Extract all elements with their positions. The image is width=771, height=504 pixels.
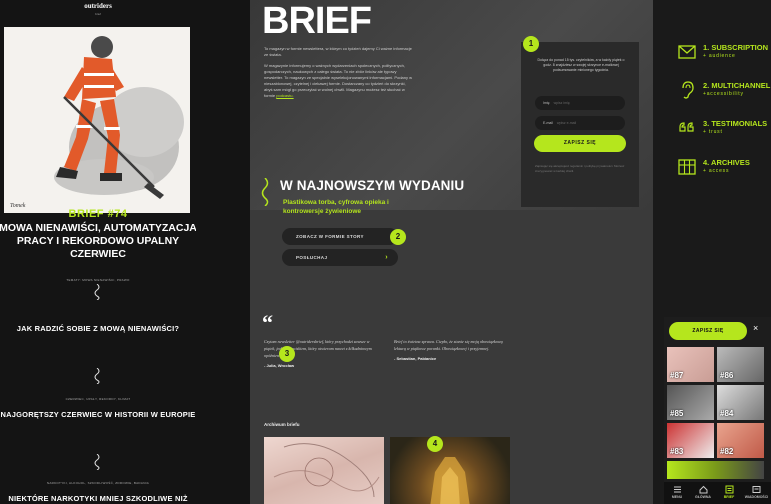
feature-subtitle: +accessibility (703, 91, 744, 97)
nav-label: MENU (671, 495, 683, 499)
name-placeholder: wpisz imię (553, 101, 570, 105)
article-tags: CZERWIEC, UPAŁY, REKORDY, KLIMAT (65, 397, 131, 401)
signup-description: Dołącz do ponad 15 tys. czytelników, a w… (537, 58, 625, 72)
email-field[interactable]: E-mail wpisz e-mail (535, 116, 625, 130)
mobile-subscribe-button[interactable]: ZAPISZ SIĘ (669, 322, 747, 340)
latest-issue-heading: W NAJNOWSZYM WYDANIU (280, 178, 465, 193)
archive-heading: Archiwum briefu (264, 422, 300, 427)
article-title[interactable]: JAK RADZIĆ SOBIE Z MOWĄ NIENAWIŚCI? (0, 324, 196, 333)
brand-subtitle: brief (95, 12, 101, 16)
article-tags: NARKOTYKI, ALKOHOL, SZKODLIWOŚĆ, ZDROWIE… (46, 481, 150, 485)
home-icon (699, 485, 707, 494)
issue-tile-row-partial (667, 461, 764, 479)
intro-paragraph: To magazyn w formie newslettera, w który… (264, 46, 412, 57)
squiggle-divider-icon (94, 284, 100, 300)
nav-label: BRIEF (723, 495, 735, 499)
archive-card[interactable] (264, 437, 384, 504)
callout-badge: 4 (427, 436, 443, 452)
nav-label: WIADOMOŚCI (744, 495, 769, 499)
issue-tile-number: #87 (670, 371, 684, 380)
menu-icon (673, 486, 681, 493)
story-button[interactable]: ZOBACZ W FORMIE STORY (282, 228, 398, 245)
issue-tile[interactable]: #82 (717, 423, 764, 458)
article-title[interactable]: NIEKTÓRE NARKOTYKI MNIEJ SZKODLIWE NIŻ A… (0, 494, 196, 504)
issue-tile[interactable]: #86 (717, 347, 764, 382)
story-button-label: ZOBACZ W FORMIE STORY (296, 234, 364, 239)
nav-label: GŁÓWNA (695, 495, 711, 499)
feature-title: 1. SUBSCRIPTION (703, 43, 769, 52)
callout-badge: 3 (279, 346, 295, 362)
intro-paragraph: W magazynie informujemy o ważnych wydarz… (264, 63, 414, 99)
envelope-icon (678, 45, 696, 59)
mobile-preview: ZAPISZ SIĘ × #87 #86 #85 #84 #83 #82 MEN… (664, 317, 771, 504)
podcast-link[interactable]: podcastu. (276, 93, 293, 98)
issue-number: BRIEF #74 (68, 208, 128, 220)
callout-badge: 2 (390, 229, 406, 245)
subscribe-button[interactable]: ZAPISZ SIĘ (534, 135, 626, 152)
issue-meta: 7 linii (94, 252, 102, 256)
intro-text: To magazyn w formie newslettera, w który… (264, 46, 414, 104)
quote-mark-icon: “ (262, 310, 273, 335)
testimonial-text: Brief to świetna sprawa. Ciepło, że stan… (394, 339, 503, 351)
squiggle-divider-icon (94, 454, 100, 470)
signup-form: Dołącz do ponad 15 tys. czytelników, a w… (521, 42, 639, 207)
nav-home[interactable]: GŁÓWNA (690, 482, 716, 504)
mobile-bottom-nav: MENU GŁÓWNA BRIEF WIADOMOŚCI (664, 482, 771, 504)
feature-subtitle: + access (703, 168, 730, 174)
nav-menu[interactable]: MENU (664, 482, 690, 504)
name-field[interactable]: Imię wpisz imię (535, 96, 625, 110)
latest-issue-subtitle: Plastikowa torba, cyfrowa opieka i kontr… (283, 199, 389, 215)
article-title[interactable]: NAJGORĘTSZY CZERWIEC W HISTORII W EUROPI… (0, 410, 196, 419)
name-label: Imię (543, 101, 550, 105)
issue-tile[interactable]: #84 (717, 385, 764, 420)
archive-card[interactable] (390, 437, 510, 504)
squiggle-divider-icon (94, 368, 100, 384)
testimonial-author: - Sebastian, Pabianice (394, 356, 437, 361)
article-tags: TEMATY: MOWA NIENAWIŚCI, PRAWO (66, 278, 130, 282)
page-title: BRIEF (262, 0, 372, 42)
issue-tile[interactable]: #85 (667, 385, 714, 420)
nav-news[interactable]: WIADOMOŚCI (742, 482, 771, 504)
issue-tile-number: #84 (720, 409, 734, 418)
nav-brief[interactable]: BRIEF (716, 482, 742, 504)
issue-tile[interactable]: #83 (667, 423, 714, 458)
brand-logo[interactable]: outriders (0, 2, 196, 10)
issue-tile-number: #83 (670, 447, 684, 456)
archive-icon (678, 159, 696, 175)
landing-page: BRIEF To magazyn w formie newslettera, w… (250, 0, 653, 504)
feature-title: 2. MULTICHANNEL (703, 81, 771, 90)
hero-illustration: Tomek (4, 27, 190, 213)
hockey-player-illustration (4, 27, 190, 213)
feature-title: 3. TESTIMONIALS (703, 119, 768, 128)
email-placeholder: wpisz e-mail (556, 121, 577, 125)
brief-icon (725, 485, 733, 494)
newsletter-preview: outriders brief Tomek BRIEF #74 MOWA NIE… (0, 0, 196, 504)
feature-subtitle: + audience (703, 53, 736, 59)
callout-badge: 1 (523, 36, 539, 52)
feature-subtitle: + trust (703, 129, 723, 135)
issue-tile-number: #85 (670, 409, 684, 418)
archive-cover-illustration (430, 457, 470, 504)
quote-icon (679, 122, 694, 132)
feature-title: 4. ARCHIVES (703, 158, 750, 167)
listen-button-label: POSŁUCHAJ (296, 255, 328, 260)
listen-button[interactable]: POSŁUCHAJ › (282, 249, 398, 266)
testimonial: Brief to świetna sprawa. Ciepło, że stan… (394, 338, 509, 362)
ear-icon (682, 81, 694, 99)
email-label: E-mail (543, 121, 553, 125)
archive-cover-illustration (273, 443, 380, 498)
issue-tile-number: #82 (720, 447, 734, 456)
testimonial-author: - Julia, Wrocław (264, 363, 295, 368)
chevron-right-icon: › (385, 254, 388, 261)
squiggle-accent-icon (261, 178, 269, 206)
showcase-root: outriders brief Tomek BRIEF #74 MOWA NIE… (0, 0, 771, 504)
signup-footnote: Zapisując się akceptujesz regulamin i po… (535, 164, 625, 173)
close-icon[interactable]: × (753, 323, 758, 333)
issue-tile-number: #86 (720, 371, 734, 380)
issue-tile[interactable]: #87 (667, 347, 714, 382)
news-icon (752, 486, 761, 493)
